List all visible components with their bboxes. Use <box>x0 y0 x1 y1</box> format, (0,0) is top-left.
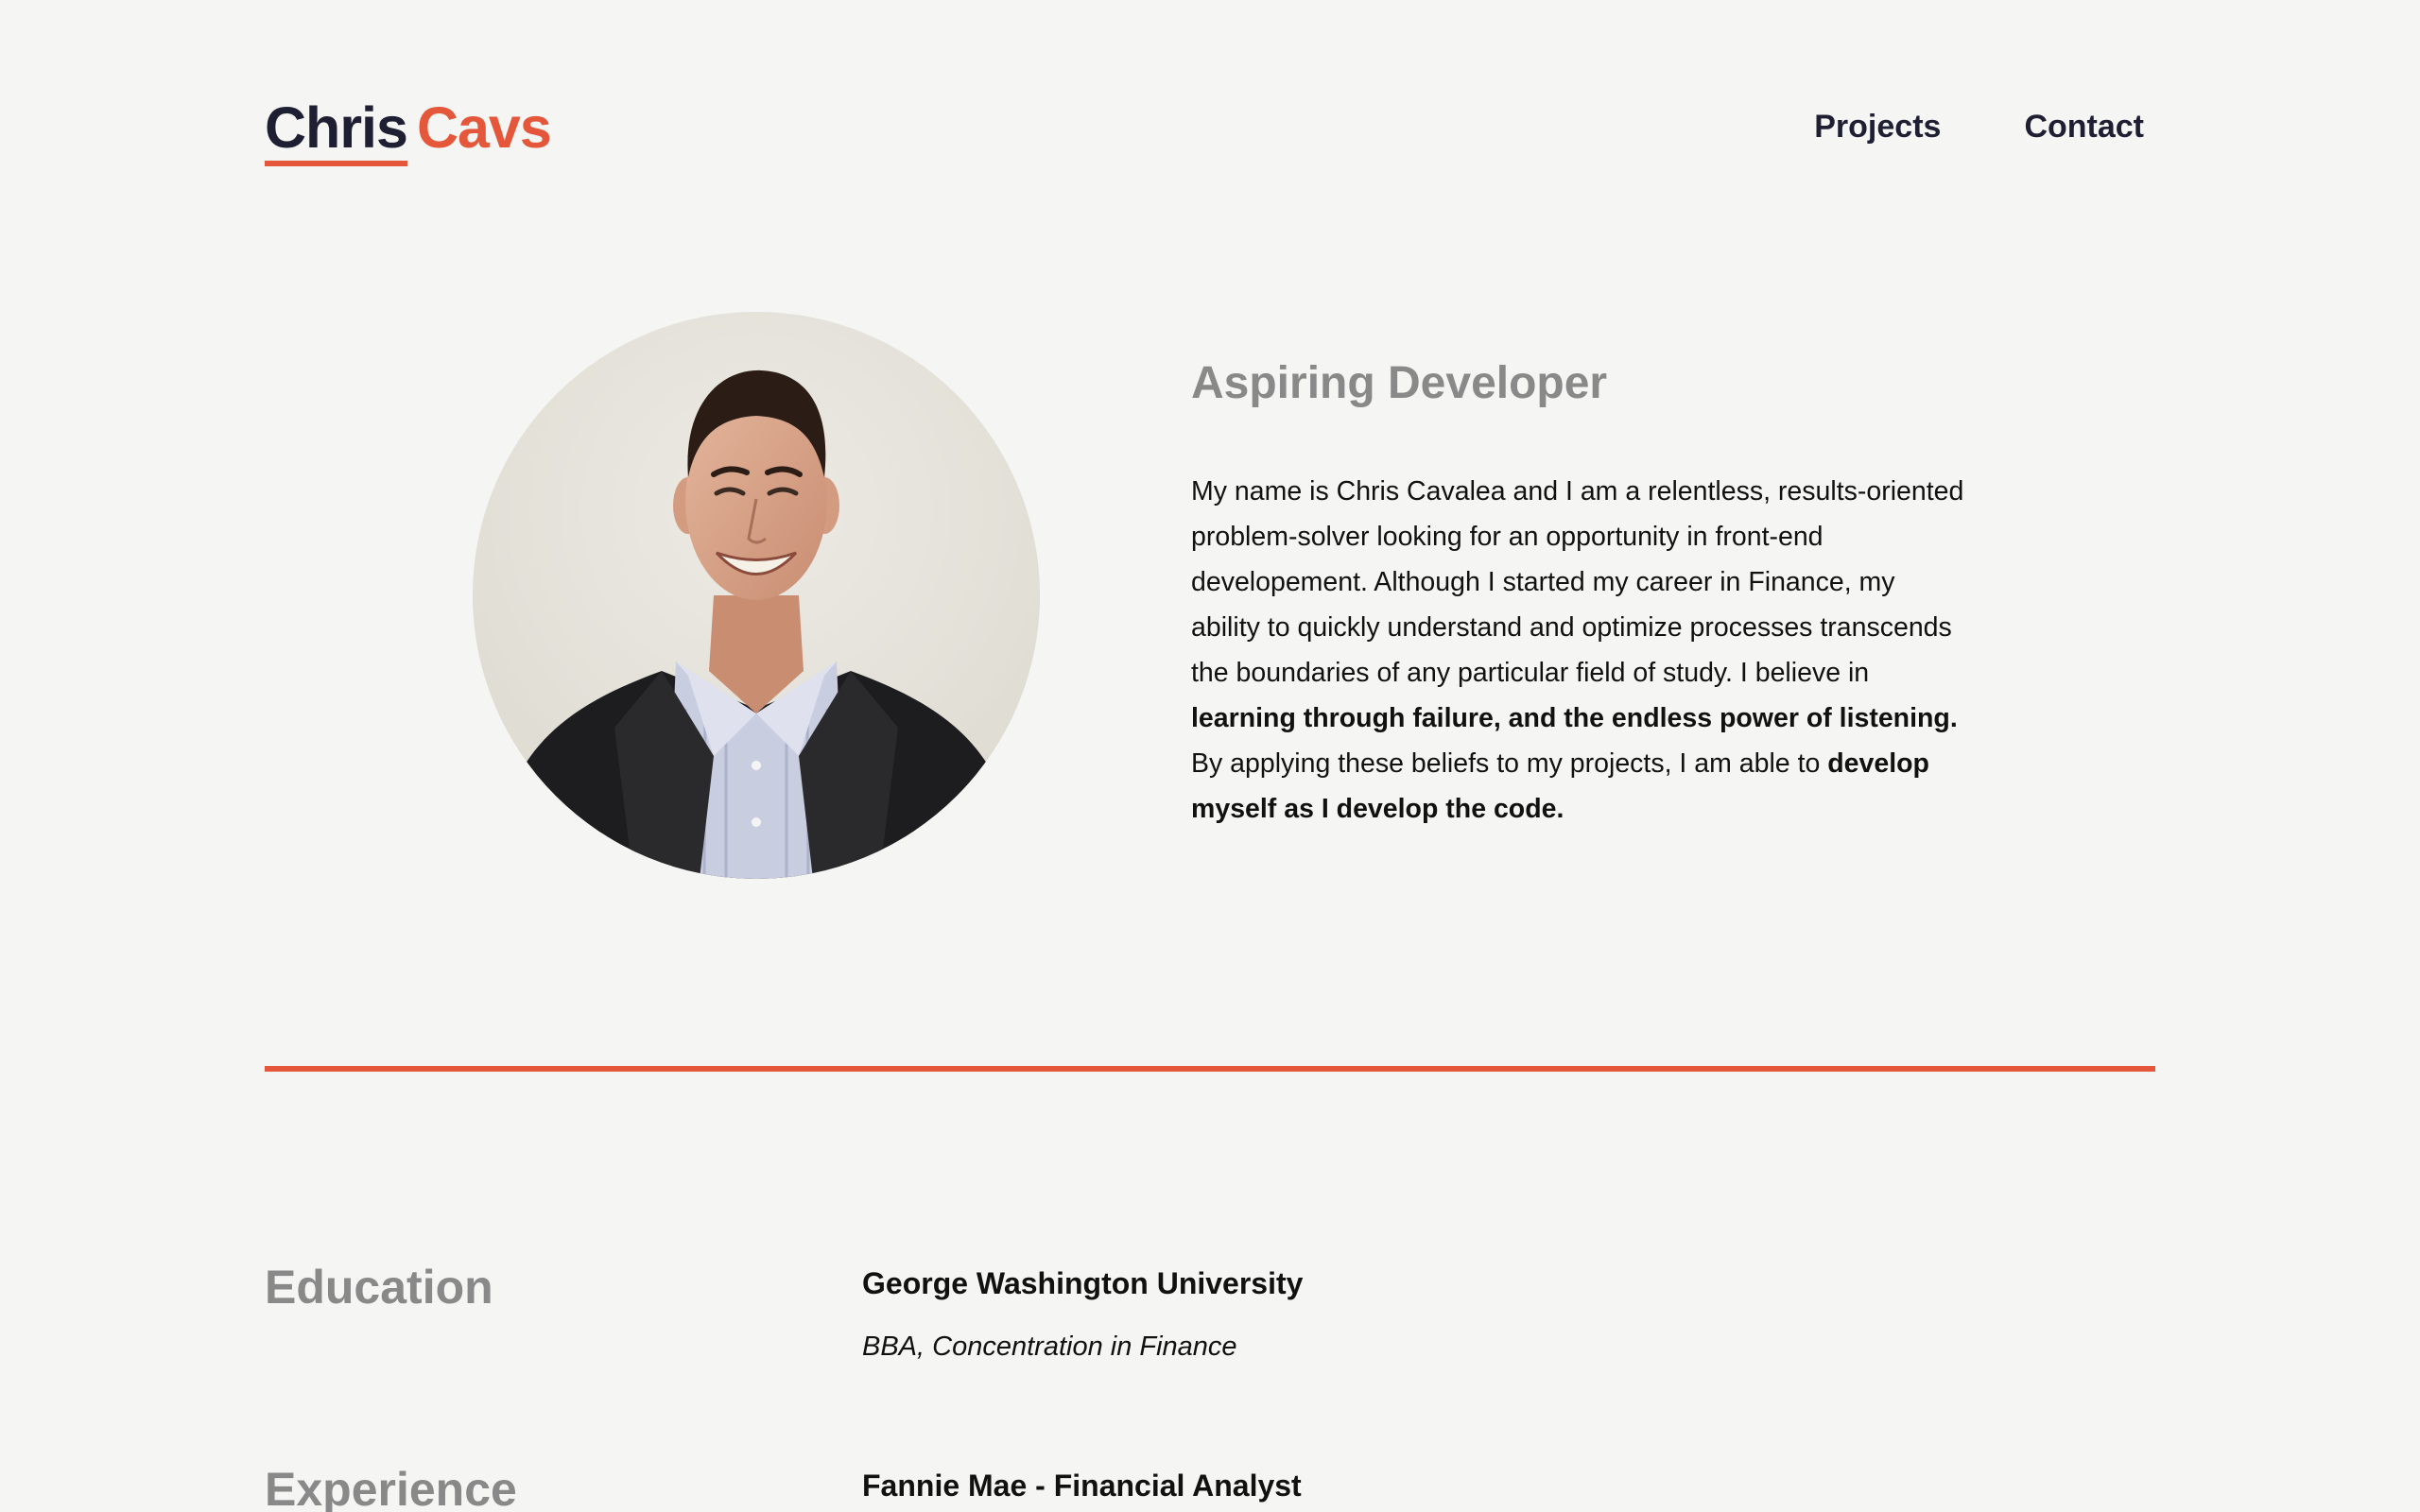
education-degree: BBA, Concentration in Finance <box>862 1332 1237 1362</box>
nav-link-contact[interactable]: Contact <box>2024 106 2144 147</box>
nav-link-projects[interactable]: Projects <box>1814 106 1941 147</box>
bio-text-intro: My name is Chris Cavalea and I am a rele… <box>1191 476 1964 688</box>
section-divider <box>265 1066 2155 1072</box>
bio-text-middle: By applying these beliefs to my projects… <box>1191 748 1828 779</box>
education-label: Education <box>265 1261 493 1314</box>
experience-label: Experience <box>265 1463 517 1512</box>
bio-paragraph: My name is Chris Cavalea and I am a rele… <box>1191 469 1966 832</box>
education-school: George Washington University <box>862 1266 1304 1300</box>
main-nav: Projects Contact <box>1814 106 2144 147</box>
logo-last-name: Cavs <box>416 95 552 160</box>
bio-emphasis-listening: learning through failure, and the endles… <box>1191 703 1958 733</box>
site-logo[interactable]: Chris Cavs <box>265 93 552 166</box>
hero-title: Aspiring Developer <box>1191 358 1608 408</box>
page: Chris Cavs Projects Contact Aspiring Dev… <box>0 0 2420 1512</box>
experience-role: Fannie Mae - Financial Analyst <box>862 1469 1302 1503</box>
logo-first-name: Chris <box>265 93 408 166</box>
profile-photo <box>473 312 1040 879</box>
